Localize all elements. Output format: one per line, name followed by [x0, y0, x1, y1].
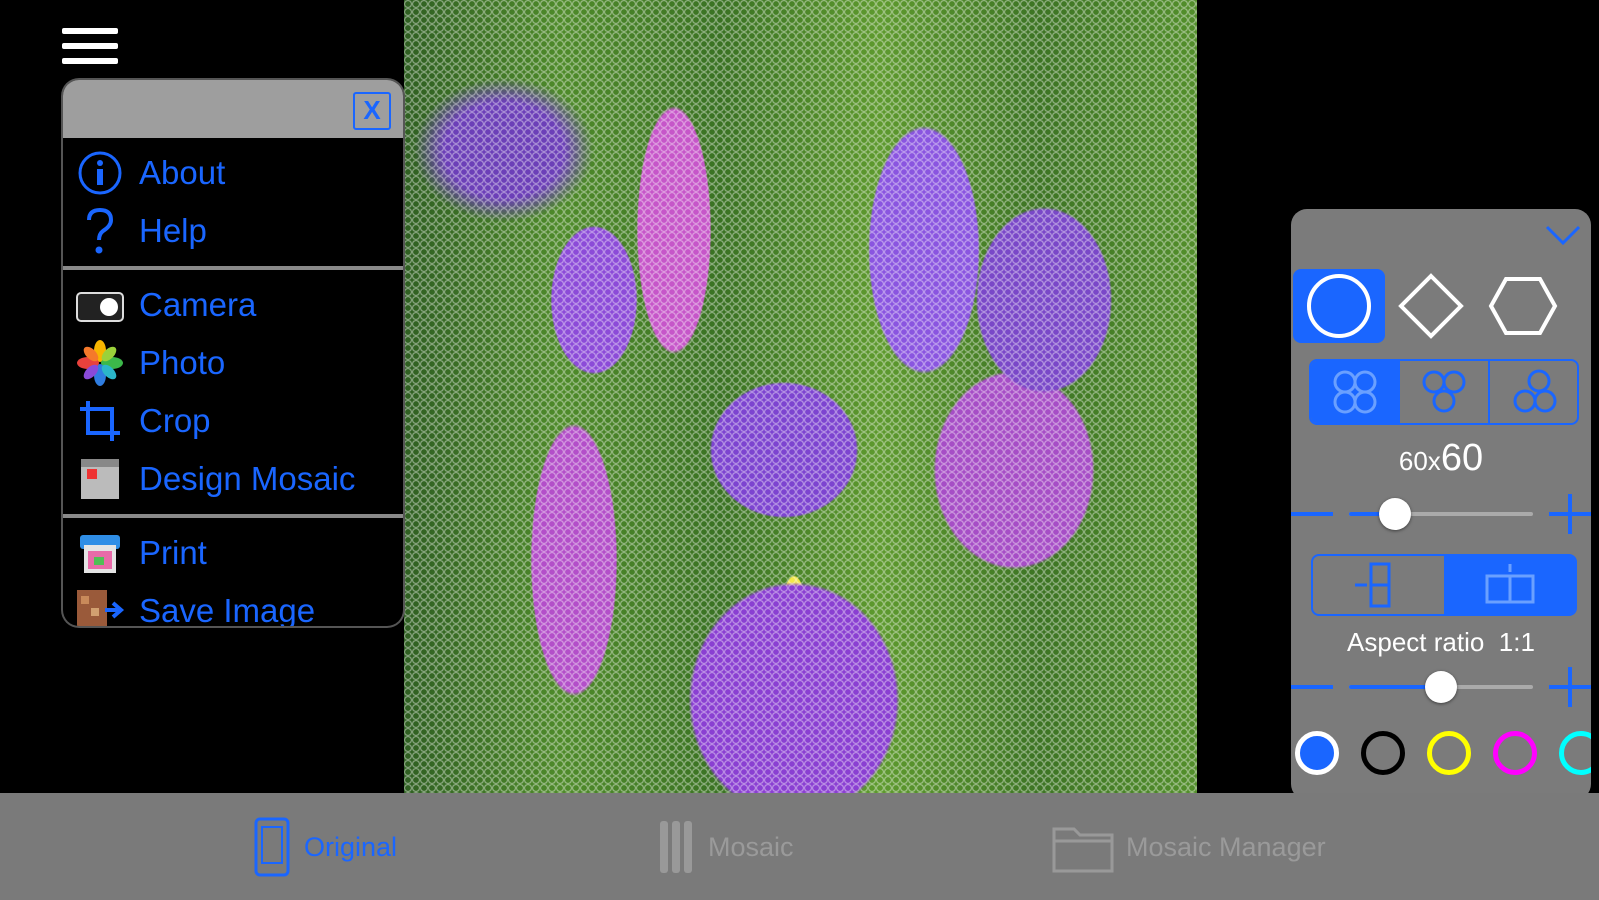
camera-icon — [75, 280, 125, 330]
mosaic-settings-panel: 60x60 Aspect ratio 1:1 — [1291, 209, 1591, 800]
menu-item-label: About — [139, 154, 226, 191]
menu-item-print[interactable]: Print — [63, 524, 403, 582]
decrease-grid-button[interactable] — [1291, 512, 1333, 516]
tab-mosaic-manager[interactable]: Mosaic Manager — [1052, 817, 1326, 877]
menu-item-photo[interactable]: Photo — [63, 334, 403, 392]
portrait-orientation-icon — [1354, 562, 1390, 608]
tab-label: Original — [304, 831, 398, 862]
aspect-ratio-slider[interactable] — [1291, 667, 1591, 707]
menu-item-label: Print — [139, 534, 207, 571]
grid-size-label: 60x60 — [1291, 437, 1591, 480]
orientation-selector — [1311, 554, 1577, 616]
save-image-icon — [75, 586, 125, 626]
decrease-aspect-button[interactable] — [1291, 685, 1333, 689]
printer-icon — [75, 528, 125, 578]
color-swatch[interactable] — [1427, 731, 1471, 775]
tab-original[interactable]: Original — [252, 817, 397, 877]
question-icon — [75, 206, 125, 256]
chevron-down-icon[interactable] — [1543, 219, 1583, 249]
bottom-tab-bar: Original Mosaic Mosaic Manager — [0, 793, 1599, 900]
mosaic-preview-image — [404, 0, 1197, 793]
color-swatch[interactable] — [1295, 731, 1339, 775]
photos-icon — [75, 338, 125, 388]
menu-group-output: Print Save Image — [63, 518, 403, 626]
original-icon — [254, 817, 290, 877]
info-icon — [75, 148, 125, 198]
shape-hexagon-button[interactable] — [1477, 269, 1569, 343]
increase-aspect-button[interactable] — [1549, 667, 1591, 707]
folder-icon — [1052, 827, 1114, 873]
color-selector — [1295, 731, 1591, 775]
menu-item-save-image[interactable]: Save Image — [63, 582, 403, 626]
menu-item-label: Photo — [139, 344, 226, 381]
slider-knob[interactable] — [1425, 671, 1457, 703]
menu-group-info: About Help — [63, 138, 403, 270]
arrangement-hex-button[interactable] — [1490, 361, 1577, 423]
arrangement-grid-button[interactable] — [1311, 361, 1401, 423]
tab-label: Mosaic Manager — [1126, 831, 1326, 862]
slider-knob[interactable] — [1379, 498, 1411, 530]
shape-circle-button[interactable] — [1293, 269, 1385, 343]
arrangement-selector — [1309, 359, 1579, 425]
arrangement-offset-button[interactable] — [1400, 361, 1490, 423]
menu-item-label: Crop — [139, 402, 211, 439]
tab-label: Mosaic — [708, 831, 794, 862]
tab-mosaic[interactable]: Mosaic — [656, 817, 794, 877]
menu-item-help[interactable]: Help — [63, 202, 403, 260]
aspect-ratio-label: Aspect ratio 1:1 — [1291, 627, 1591, 658]
menu-item-about[interactable]: About — [63, 144, 403, 202]
orientation-portrait-button[interactable] — [1313, 556, 1444, 614]
shape-selector — [1293, 269, 1569, 343]
color-swatch[interactable] — [1493, 731, 1537, 775]
menu-item-label: Design Mosaic — [139, 460, 356, 497]
menu-item-label: Camera — [139, 286, 257, 323]
grid-size-slider[interactable] — [1291, 494, 1591, 534]
grid-arrangement-icon — [1333, 370, 1377, 414]
crop-icon — [75, 396, 125, 446]
menu-item-label: Help — [139, 212, 207, 249]
menu-item-design-mosaic[interactable]: Design Mosaic — [63, 450, 403, 508]
grid-cols-text: 60x — [1398, 446, 1441, 476]
main-menu-popup: X About Help Camera Photo Crop Design Mo… — [63, 80, 403, 626]
hamburger-menu-icon[interactable] — [62, 28, 118, 74]
color-swatch[interactable] — [1559, 731, 1591, 775]
hex-arrangement-icon — [1513, 369, 1557, 413]
close-menu-button[interactable]: X — [353, 92, 391, 130]
design-mosaic-icon — [75, 454, 125, 504]
menu-header: X — [63, 80, 403, 138]
increase-grid-button[interactable] — [1549, 494, 1591, 534]
menu-item-crop[interactable]: Crop — [63, 392, 403, 450]
menu-item-label: Save Image — [139, 592, 316, 626]
shape-diamond-button[interactable] — [1385, 269, 1477, 343]
grid-rows-text: 60 — [1440, 437, 1484, 479]
aspect-ratio-value: 1:1 — [1498, 627, 1535, 657]
mosaic-icon — [660, 821, 692, 873]
offset-arrangement-icon — [1422, 370, 1466, 413]
menu-group-source: Camera Photo Crop Design Mosaic — [63, 270, 403, 518]
color-swatch[interactable] — [1361, 731, 1405, 775]
menu-item-camera[interactable]: Camera — [63, 276, 403, 334]
landscape-orientation-icon — [1485, 564, 1534, 604]
aspect-ratio-text: Aspect ratio — [1347, 627, 1485, 657]
orientation-landscape-button[interactable] — [1444, 556, 1575, 614]
